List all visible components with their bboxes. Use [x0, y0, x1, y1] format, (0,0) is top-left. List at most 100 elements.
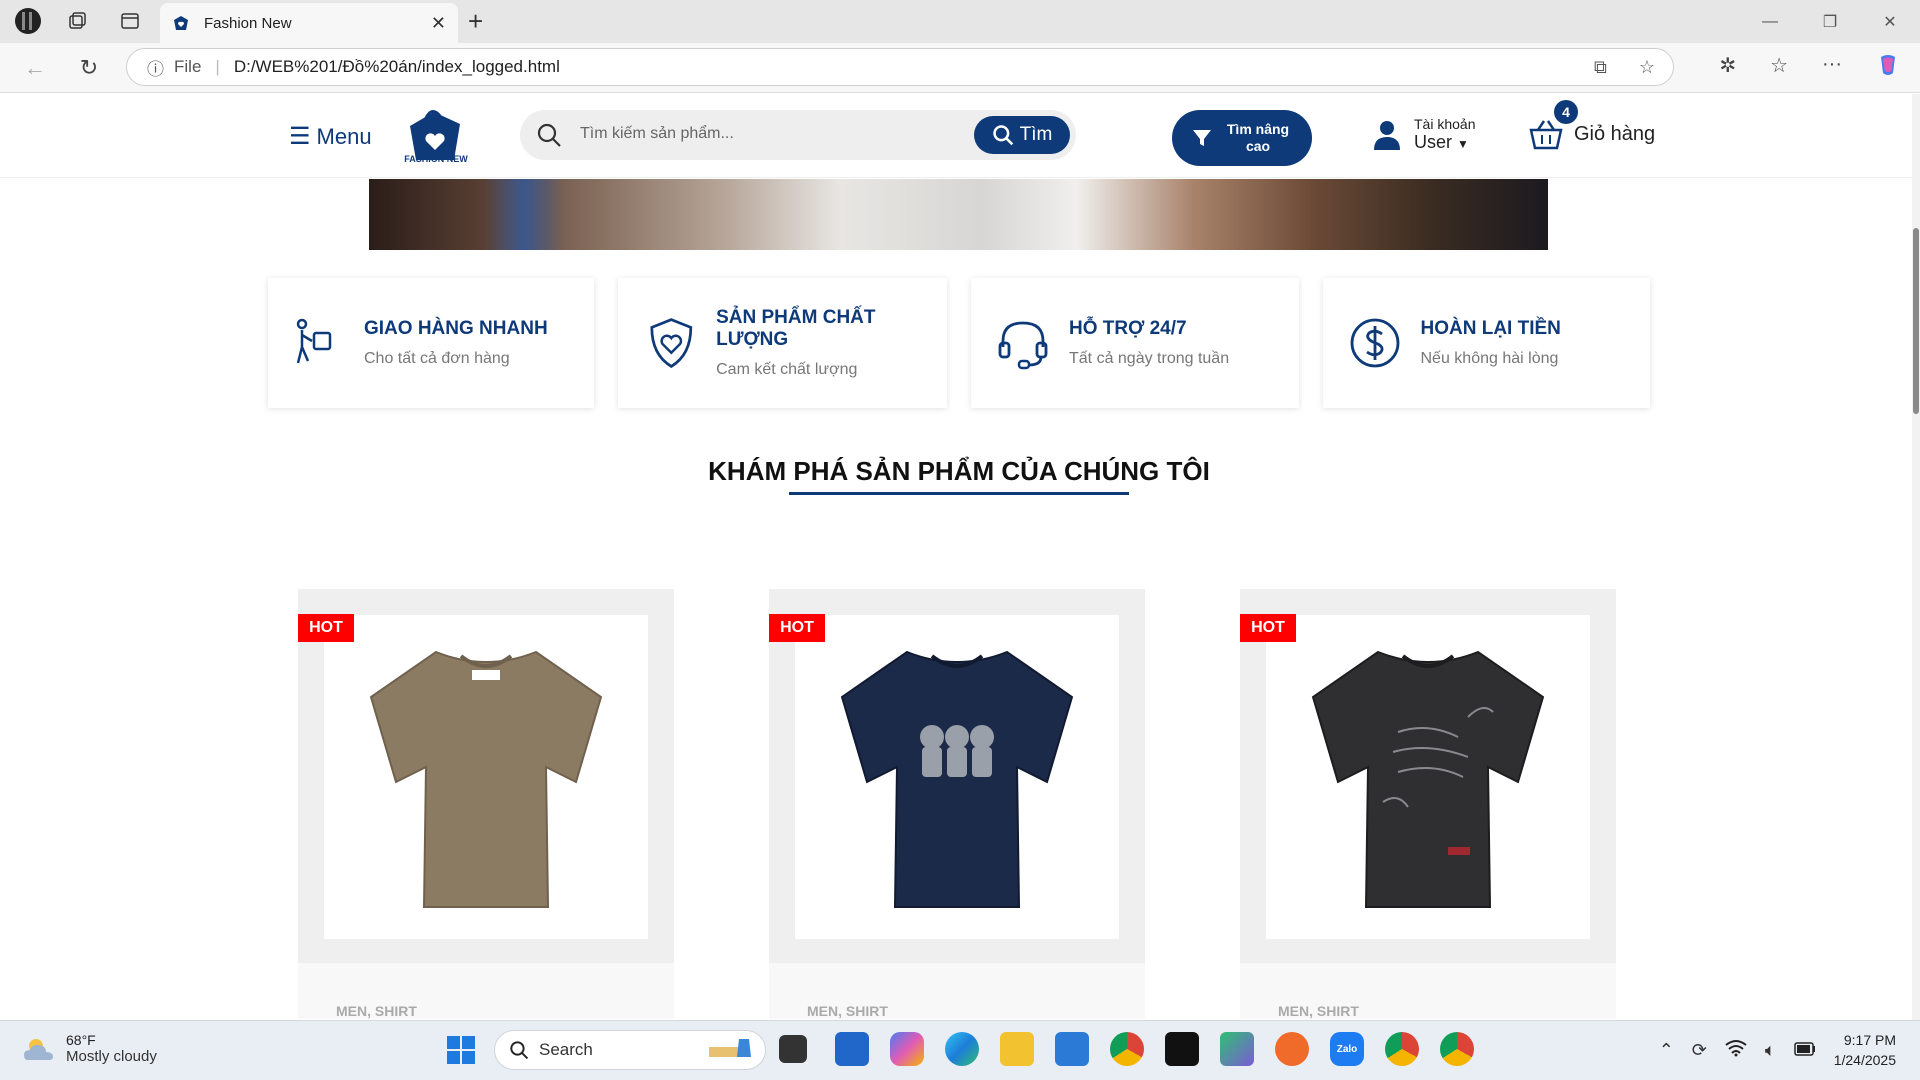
windows-taskbar: 68°F Mostly cloudy Search Zalo ⌃ ⟳ 🔈︎ 9:…	[0, 1020, 1920, 1080]
product-image[interactable]	[324, 615, 648, 939]
weather-widget[interactable]: 68°F Mostly cloudy	[22, 1032, 157, 1065]
hamburger-icon: ☰	[289, 123, 311, 150]
paint-icon[interactable]	[1275, 1032, 1309, 1066]
back-icon[interactable]: ←	[20, 53, 50, 83]
product-card[interactable]: HOT MEN, SHIRT	[1240, 589, 1616, 1019]
delivery-person-icon	[296, 318, 332, 364]
feature-subtitle: Cam kết chất lượng	[716, 361, 858, 378]
more-icon[interactable]: ···	[1822, 53, 1842, 83]
search-button[interactable]: Tìm	[974, 116, 1070, 154]
site-header: ☰ Menu FASHION NEW Tìm kiếm sản phẩm... …	[0, 94, 1918, 178]
url-scheme: File	[174, 57, 202, 76]
edge-icon[interactable]	[945, 1032, 979, 1066]
product-image[interactable]	[1266, 615, 1590, 939]
minimize-icon[interactable]: —	[1740, 0, 1800, 43]
account-label: Tài khoản	[1414, 116, 1476, 132]
url-field[interactable]: ⓘ File | D:/WEB%201/Đồ%20án/index_logged…	[126, 48, 1674, 86]
windows-logo-icon	[447, 1036, 475, 1064]
cart-button[interactable]: 4 Giỏ hàng	[1528, 100, 1656, 150]
feature-list: GIAO HÀNG NHANH Cho tất cả đơn hàng SẢN …	[268, 278, 1650, 408]
info-icon[interactable]: ⓘ	[147, 55, 164, 80]
account-menu[interactable]: Tài khoản User ▼	[1372, 116, 1475, 153]
browser-tab-bar: Fashion New ✕ + — ❐ ✕	[0, 0, 1920, 43]
search-button-icon	[992, 125, 1013, 146]
logo-text: FASHION NEW	[404, 154, 468, 164]
search-highlight-icon	[703, 1035, 757, 1066]
cart-count-badge: 4	[1554, 100, 1578, 124]
feature-money-back: HOÀN LẠI TIỀN Nếu không hài lòng	[1322, 278, 1650, 408]
microsoft-store-icon[interactable]	[835, 1032, 869, 1066]
copilot-icon[interactable]	[1876, 53, 1900, 83]
page-scrollbar-thumb[interactable]	[1913, 228, 1919, 414]
product-card[interactable]: HOT MEN, SHIRT	[298, 589, 674, 1019]
favorite-star-icon[interactable]: ☆	[1639, 57, 1655, 78]
product-info: MEN, SHIRT	[1240, 963, 1616, 1019]
search-input[interactable]: Tìm kiếm sản phẩm...	[580, 125, 734, 143]
extensions-icon[interactable]: ✲	[1719, 53, 1736, 83]
battery-icon[interactable]	[1793, 1040, 1816, 1061]
product-image[interactable]	[795, 615, 1119, 939]
cart-label: Giỏ hàng	[1574, 122, 1656, 145]
close-window-icon[interactable]: ✕	[1860, 0, 1920, 43]
app-grid-icon[interactable]	[1220, 1032, 1254, 1066]
system-tray: ⌃ ⟳ 🔈︎ 9:17 PM 1/24/2025	[1659, 1031, 1896, 1070]
hot-badge: HOT	[298, 614, 354, 642]
restore-icon[interactable]: ❐	[1800, 0, 1860, 43]
menu-button[interactable]: ☰ Menu	[289, 122, 372, 151]
wifi-icon[interactable]	[1725, 1039, 1747, 1062]
favorites-icon[interactable]: ☆	[1770, 53, 1788, 83]
feature-subtitle: Cho tất cả đơn hàng	[364, 350, 510, 367]
advanced-search-button[interactable]: Tìm nâng cao	[1172, 110, 1312, 166]
jetbrains-icon[interactable]	[1165, 1032, 1199, 1066]
feature-title: GIAO HÀNG NHANH	[364, 318, 548, 339]
copilot-app-icon[interactable]	[890, 1032, 924, 1066]
refresh-icon[interactable]: ↻	[74, 53, 104, 83]
profile-icon[interactable]	[13, 6, 43, 36]
workspaces-icon[interactable]	[62, 6, 92, 36]
product-category: MEN, SHIRT	[807, 1003, 888, 1019]
tshirt-image	[840, 650, 1074, 908]
chrome-icon[interactable]	[1110, 1032, 1144, 1066]
chrome-profile-icon[interactable]	[1385, 1032, 1419, 1066]
task-view-icon[interactable]	[779, 1035, 807, 1063]
close-tab-icon[interactable]: ✕	[431, 13, 446, 34]
basket-icon	[1529, 120, 1563, 150]
system-clock[interactable]: 9:17 PM 1/24/2025	[1834, 1031, 1896, 1070]
feature-subtitle: Tất cả ngày trong tuần	[1069, 350, 1230, 367]
feature-subtitle: Nếu không hài lòng	[1420, 350, 1559, 367]
headset-icon	[998, 321, 1048, 370]
app-available-icon[interactable]: ⧉	[1594, 57, 1607, 78]
tab-actions-icon[interactable]	[115, 6, 145, 36]
volume-icon[interactable]: 🔈︎	[1765, 1040, 1776, 1061]
account-username: User	[1414, 132, 1453, 152]
start-button[interactable]	[446, 1035, 476, 1070]
show-hidden-icons[interactable]: ⌃	[1659, 1040, 1674, 1061]
feature-title: HỖ TRỢ 24/7	[1069, 318, 1187, 339]
feature-fast-delivery: GIAO HÀNG NHANH Cho tất cả đơn hàng	[268, 278, 594, 408]
feature-support-24-7: HỖ TRỢ 24/7 Tất cả ngày trong tuần	[971, 278, 1299, 408]
tab-fashion-new[interactable]: Fashion New ✕	[160, 3, 458, 43]
taskbar-search[interactable]: Search	[494, 1030, 766, 1070]
dollar-circle-icon	[1350, 318, 1399, 368]
section-title: KHÁM PHÁ SẢN PHẨM CỦA CHÚNG TÔI	[708, 456, 1210, 486]
filter-icon	[1193, 130, 1211, 146]
tshirt-image	[1311, 650, 1545, 908]
new-tab-button[interactable]: +	[468, 6, 483, 37]
site-favicon-icon	[174, 16, 188, 30]
temperature: 68°F	[66, 1032, 96, 1048]
chrome-profile-2-icon[interactable]	[1440, 1032, 1474, 1066]
search-button-label: Tìm	[1019, 124, 1053, 145]
product-category: MEN, SHIRT	[336, 1003, 417, 1019]
hot-badge: HOT	[769, 614, 825, 642]
product-card[interactable]: HOT MEN, SHIRT	[769, 589, 1145, 1019]
menu-label: Menu	[316, 123, 372, 149]
clock-time: 9:17 PM	[1843, 1032, 1896, 1048]
file-explorer-icon[interactable]	[1000, 1032, 1034, 1066]
sync-icon[interactable]: ⟳	[1692, 1040, 1707, 1061]
address-bar-row: ← ↻ ⓘ File | D:/WEB%201/Đồ%20án/index_lo…	[0, 43, 1920, 93]
vscode-icon[interactable]	[1055, 1032, 1089, 1066]
taskbar-search-label: Search	[539, 1040, 593, 1059]
weather-description: Mostly cloudy	[66, 1048, 157, 1065]
zalo-icon[interactable]: Zalo	[1330, 1032, 1364, 1066]
user-icon	[1374, 120, 1400, 150]
